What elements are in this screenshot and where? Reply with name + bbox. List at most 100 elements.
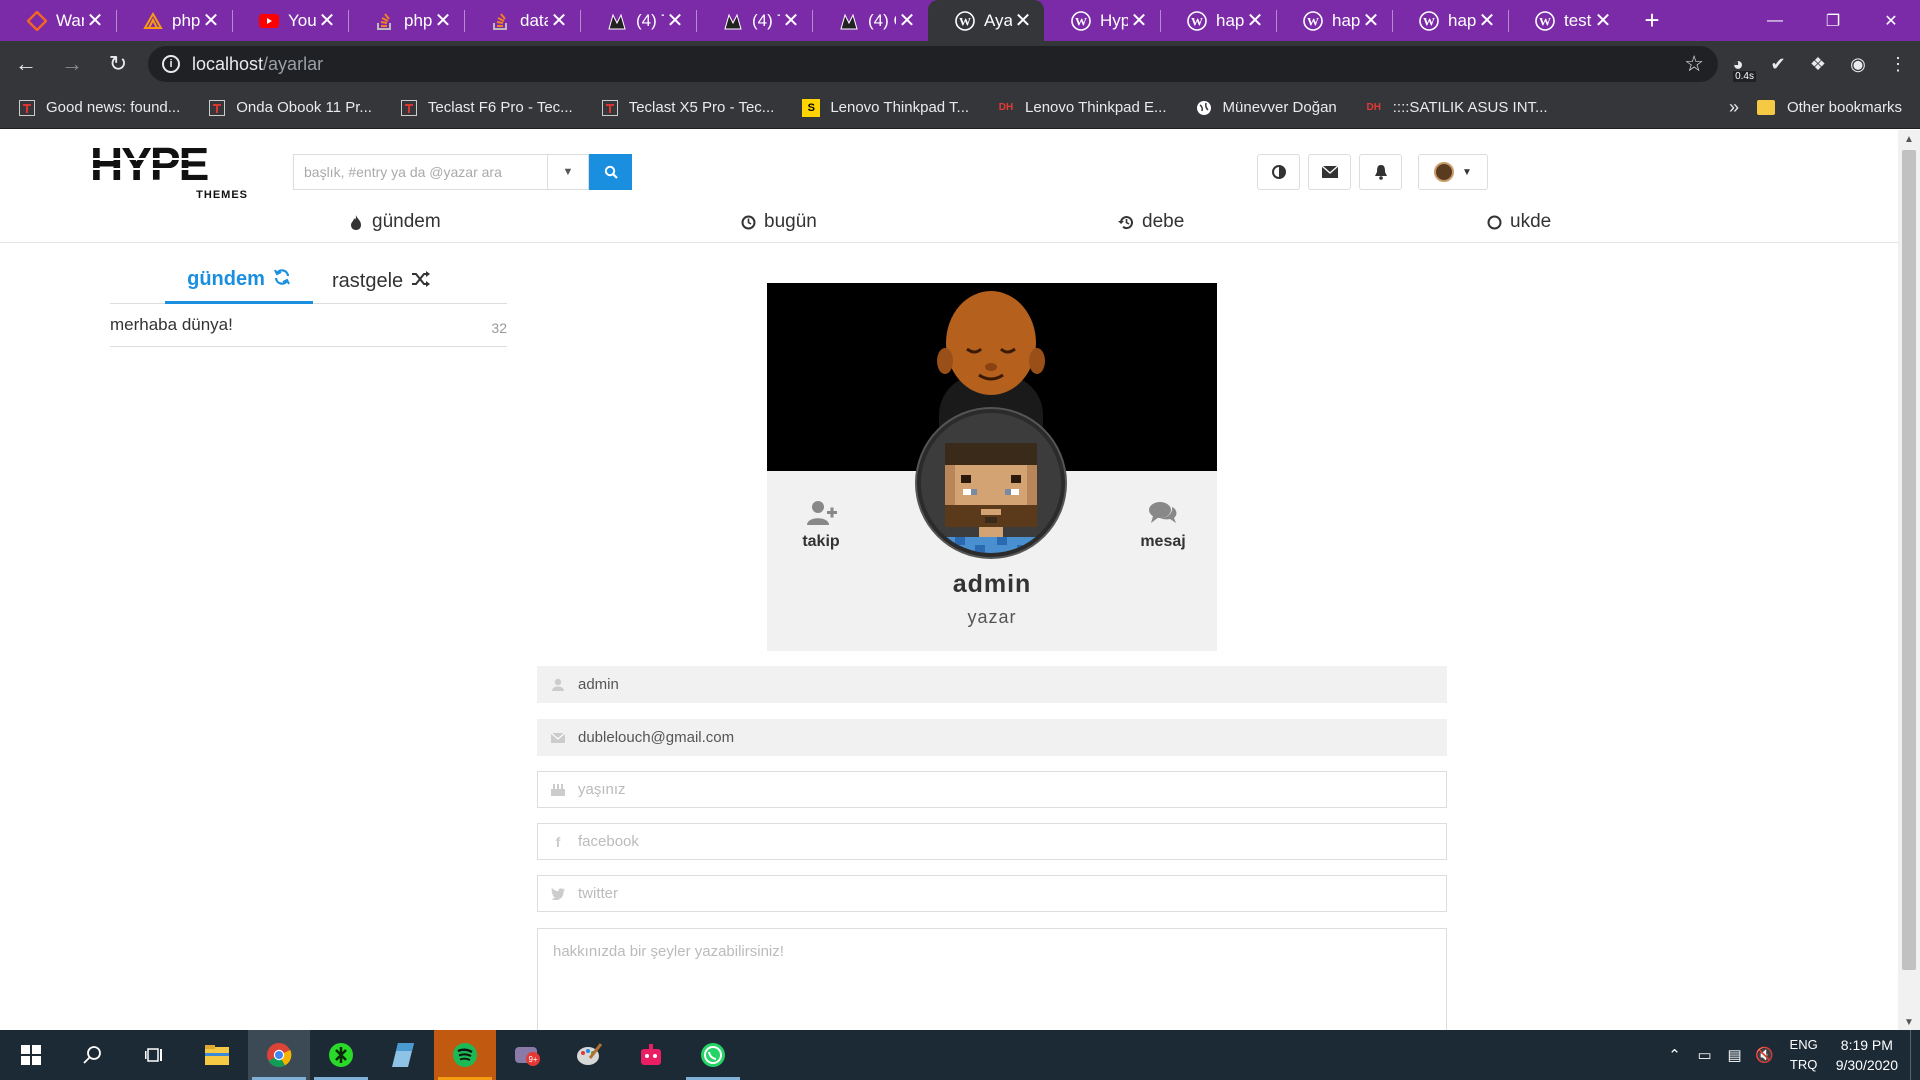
close-icon[interactable]: ✕ bbox=[664, 8, 686, 33]
bookmark-item[interactable]: Onda Obook 11 Pr... bbox=[190, 99, 382, 117]
close-icon[interactable]: ✕ bbox=[548, 8, 570, 33]
list-item[interactable]: merhaba dünya! 32 bbox=[110, 304, 507, 347]
browser-tab[interactable]: (4) Te✕ bbox=[696, 0, 812, 41]
close-icon[interactable]: ✕ bbox=[316, 8, 338, 33]
browser-tab[interactable]: W Hype✕ bbox=[1044, 0, 1160, 41]
reload-button[interactable]: ↻ bbox=[98, 44, 138, 84]
whatsapp-taskbar-button[interactable] bbox=[682, 1030, 744, 1080]
browser-tab[interactable]: Whapb✕ bbox=[1276, 0, 1392, 41]
message-button[interactable]: mesaj bbox=[1123, 499, 1203, 551]
username-field[interactable]: admin bbox=[537, 666, 1447, 703]
browser-tab[interactable]: datab✕ bbox=[464, 0, 580, 41]
close-window-button[interactable]: ✕ bbox=[1862, 0, 1920, 41]
browser-tab[interactable]: (4) Te✕ bbox=[580, 0, 696, 41]
bookmark-item[interactable]: Teclast F6 Pro - Tec... bbox=[382, 99, 583, 117]
facebook-field[interactable]: f facebook bbox=[537, 823, 1447, 860]
new-tab-button[interactable]: + bbox=[1632, 0, 1672, 41]
tab-rastgele[interactable]: rastgele bbox=[332, 258, 431, 304]
close-icon[interactable]: ✕ bbox=[1476, 8, 1498, 33]
close-icon[interactable]: ✕ bbox=[1592, 8, 1614, 33]
bookmark-star-icon[interactable]: ☆ bbox=[1684, 51, 1704, 77]
browser-tab[interactable]: (4) Cc✕ bbox=[812, 0, 928, 41]
refresh-icon[interactable] bbox=[273, 268, 291, 292]
razer-taskbar-button[interactable] bbox=[310, 1030, 372, 1080]
browser-tab[interactable]: Whapb✕ bbox=[1160, 0, 1276, 41]
chevron-up-icon[interactable]: ⌃ bbox=[1660, 1046, 1690, 1064]
close-icon[interactable]: ✕ bbox=[1360, 8, 1382, 33]
notepad-taskbar-button[interactable] bbox=[372, 1030, 434, 1080]
browser-tab[interactable]: Wtestin✕ bbox=[1508, 0, 1624, 41]
twitter-field[interactable]: twitter bbox=[537, 875, 1447, 912]
close-icon[interactable]: ✕ bbox=[780, 8, 802, 33]
language-indicator[interactable]: ENG TRQ bbox=[1790, 1035, 1818, 1075]
search-filter-dropdown[interactable]: ▼ bbox=[547, 154, 589, 190]
minimize-button[interactable]: — bbox=[1746, 0, 1804, 41]
browser-tab[interactable]: W Ayarla✕ bbox=[928, 0, 1044, 41]
page-scrollbar[interactable]: ▲ ▼ bbox=[1898, 130, 1920, 1030]
nav-item-ukde[interactable]: ukde bbox=[1486, 211, 1551, 233]
task-view-button[interactable] bbox=[124, 1030, 186, 1080]
profile-icon[interactable]: ◉ bbox=[1838, 44, 1878, 84]
more-bookmarks-button[interactable]: » bbox=[1729, 97, 1739, 118]
notifications-button[interactable] bbox=[1359, 154, 1402, 190]
tab-gundem[interactable]: gündem bbox=[165, 258, 313, 304]
pink-app-taskbar-button[interactable] bbox=[620, 1030, 682, 1080]
close-icon[interactable]: ✕ bbox=[200, 8, 222, 33]
other-bookmarks[interactable]: Other bookmarks bbox=[1756, 99, 1920, 116]
email-field[interactable]: dublelouch@gmail.com bbox=[537, 719, 1447, 756]
extension-timer-icon[interactable]: ◕ 0.4s bbox=[1718, 44, 1758, 84]
entry-title[interactable]: merhaba dünya! bbox=[110, 315, 233, 335]
bookmark-item[interactable]: Good news: found... bbox=[0, 99, 190, 117]
close-icon[interactable]: ✕ bbox=[1128, 8, 1150, 33]
scrollbar-thumb[interactable] bbox=[1902, 150, 1916, 970]
extensions-puzzle-icon[interactable]: ❖ bbox=[1798, 44, 1838, 84]
battery-icon[interactable]: ▭ bbox=[1690, 1046, 1720, 1064]
network-icon[interactable]: ▤ bbox=[1720, 1046, 1750, 1064]
paint-taskbar-button[interactable] bbox=[558, 1030, 620, 1080]
forward-button[interactable]: → bbox=[52, 44, 92, 84]
profile-avatar[interactable] bbox=[917, 409, 1065, 557]
back-button[interactable]: ← bbox=[6, 44, 46, 84]
bookmark-item[interactable]: Münevver Doğan bbox=[1177, 99, 1347, 117]
follow-button[interactable]: takip bbox=[781, 499, 861, 551]
bookmark-item[interactable]: DH Lenovo Thinkpad E... bbox=[979, 99, 1177, 117]
site-logo[interactable]: HYPE THEMES bbox=[88, 138, 248, 204]
maximize-button[interactable]: ❐ bbox=[1804, 0, 1862, 41]
bookmark-item[interactable]: Teclast X5 Pro - Tec... bbox=[583, 99, 785, 117]
search-button[interactable] bbox=[589, 154, 632, 190]
search-taskbar-button[interactable] bbox=[62, 1030, 124, 1080]
search-input[interactable] bbox=[293, 154, 547, 190]
show-desktop-button[interactable] bbox=[1910, 1030, 1920, 1080]
age-field[interactable]: yaşınız bbox=[537, 771, 1447, 808]
messages-button[interactable] bbox=[1308, 154, 1351, 190]
scroll-down-icon[interactable]: ▼ bbox=[1898, 1017, 1920, 1028]
user-menu-button[interactable]: ▼ bbox=[1418, 154, 1488, 190]
nav-item-bugun[interactable]: bugün bbox=[740, 211, 817, 233]
browser-tab[interactable]: Whapw✕ bbox=[1392, 0, 1508, 41]
browser-tab[interactable]: php -✕ bbox=[348, 0, 464, 41]
site-info-icon[interactable]: i bbox=[162, 55, 180, 73]
close-icon[interactable]: ✕ bbox=[1012, 8, 1034, 33]
spotify-taskbar-button[interactable] bbox=[434, 1030, 496, 1080]
address-bar[interactable]: i localhost/ayarlar ☆ bbox=[148, 46, 1718, 82]
close-icon[interactable]: ✕ bbox=[1244, 8, 1266, 33]
about-textarea[interactable]: hakkınızda bir şeyler yazabilirsiniz! bbox=[537, 928, 1447, 1030]
bookmark-item[interactable]: S Lenovo Thinkpad T... bbox=[784, 98, 979, 117]
clock[interactable]: 8:19 PM 9/30/2020 bbox=[1836, 1035, 1898, 1075]
close-icon[interactable]: ✕ bbox=[896, 8, 918, 33]
file-explorer-button[interactable] bbox=[186, 1030, 248, 1080]
scroll-up-icon[interactable]: ▲ bbox=[1898, 134, 1920, 145]
browser-tab[interactable]: Wamp✕ bbox=[0, 0, 116, 41]
chrome-taskbar-button[interactable] bbox=[248, 1030, 310, 1080]
close-icon[interactable]: ✕ bbox=[84, 8, 106, 33]
nav-item-debe[interactable]: debe bbox=[1118, 211, 1184, 233]
nav-item-gundem[interactable]: gündem bbox=[348, 211, 441, 233]
games-taskbar-button[interactable]: 9+ bbox=[496, 1030, 558, 1080]
menu-kebab-icon[interactable]: ⋮ bbox=[1878, 44, 1918, 84]
browser-tab[interactable]: YouT✕ bbox=[232, 0, 348, 41]
browser-tab[interactable]: phpM✕ bbox=[116, 0, 232, 41]
start-button[interactable] bbox=[0, 1030, 62, 1080]
extension-check-icon[interactable]: ✔ bbox=[1758, 44, 1798, 84]
close-icon[interactable]: ✕ bbox=[432, 8, 454, 33]
volume-muted-icon[interactable]: 🔇 bbox=[1750, 1046, 1780, 1064]
